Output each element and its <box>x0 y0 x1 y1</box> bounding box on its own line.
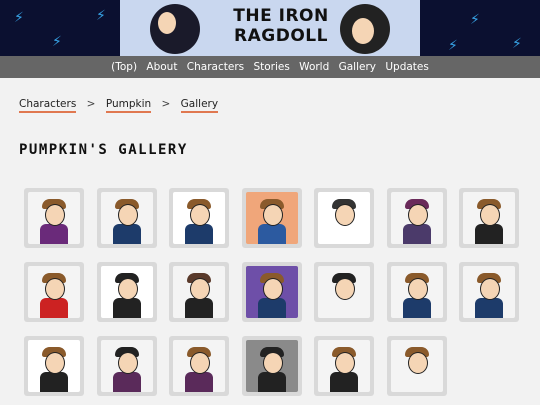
gallery-image <box>28 266 80 318</box>
gallery-thumb-19[interactable] <box>314 336 374 396</box>
breadcrumb: Characters > Pumpkin > Gallery <box>19 98 219 113</box>
character-art-left <box>150 4 200 54</box>
gallery-thumb-17[interactable] <box>169 336 229 396</box>
lightning-icon: ⚡ <box>512 36 522 52</box>
gallery-thumb-10[interactable] <box>169 262 229 322</box>
chevron-right-icon: > <box>86 98 96 110</box>
gallery-thumb-12[interactable] <box>314 262 374 322</box>
breadcrumb-characters[interactable]: Characters <box>19 98 77 113</box>
gallery-image <box>463 266 515 318</box>
gallery-image <box>101 266 153 318</box>
breadcrumb-pumpkin[interactable]: Pumpkin <box>105 98 152 113</box>
gallery-image <box>173 340 225 392</box>
gallery-image <box>246 192 298 244</box>
chevron-right-icon: > <box>161 98 171 110</box>
gallery-thumb-18[interactable] <box>242 336 302 396</box>
lightning-icon: ⚡ <box>470 12 480 28</box>
lightning-icon: ⚡ <box>14 10 24 26</box>
gallery-image <box>463 192 515 244</box>
gallery-thumb-3[interactable] <box>169 188 229 248</box>
gallery-thumb-13[interactable] <box>387 262 447 322</box>
gallery-image <box>318 266 370 318</box>
nav-top[interactable]: (Top) <box>111 61 137 73</box>
gallery-thumb-20[interactable] <box>387 336 447 396</box>
gallery-thumb-15[interactable] <box>24 336 84 396</box>
gallery-thumb-5[interactable] <box>314 188 374 248</box>
gallery-image <box>101 192 153 244</box>
gallery-image <box>173 192 225 244</box>
gallery-thumb-2[interactable] <box>97 188 157 248</box>
nav-updates[interactable]: Updates <box>385 61 429 73</box>
main-nav: (Top) About Characters Stories World Gal… <box>0 56 540 78</box>
gallery-image <box>173 266 225 318</box>
gallery-image <box>391 266 443 318</box>
gallery-image <box>318 192 370 244</box>
gallery-thumb-14[interactable] <box>459 262 519 322</box>
gallery-thumb-8[interactable] <box>24 262 84 322</box>
site-banner[interactable]: ⚡ ⚡ ⚡ ⚡ ⚡ ⚡ THE IRON RAGDOLL <box>0 0 540 56</box>
breadcrumb-gallery[interactable]: Gallery <box>180 98 219 113</box>
gallery-thumb-1[interactable] <box>24 188 84 248</box>
gallery-image <box>28 192 80 244</box>
gallery-image <box>101 340 153 392</box>
site-logo: THE IRON RAGDOLL <box>233 6 329 46</box>
gallery-thumb-4[interactable] <box>242 188 302 248</box>
character-face-right <box>352 18 374 44</box>
gallery-image <box>391 340 443 392</box>
gallery-image <box>246 266 298 318</box>
nav-gallery[interactable]: Gallery <box>339 61 376 73</box>
gallery-image <box>318 340 370 392</box>
gallery-image <box>391 192 443 244</box>
gallery-thumb-16[interactable] <box>97 336 157 396</box>
nav-stories[interactable]: Stories <box>253 61 289 73</box>
lightning-icon: ⚡ <box>52 34 62 50</box>
page-title: PUMPKIN'S GALLERY <box>19 142 188 158</box>
gallery-thumb-9[interactable] <box>97 262 157 322</box>
gallery-thumb-11[interactable] <box>242 262 302 322</box>
gallery-image <box>28 340 80 392</box>
character-face-left <box>158 12 176 34</box>
gallery-thumb-7[interactable] <box>459 188 519 248</box>
gallery-image <box>246 340 298 392</box>
lightning-icon: ⚡ <box>448 38 458 54</box>
nav-characters[interactable]: Characters <box>187 61 244 73</box>
nav-world[interactable]: World <box>299 61 329 73</box>
gallery-thumb-6[interactable] <box>387 188 447 248</box>
lightning-icon: ⚡ <box>96 8 106 24</box>
nav-about[interactable]: About <box>146 61 177 73</box>
